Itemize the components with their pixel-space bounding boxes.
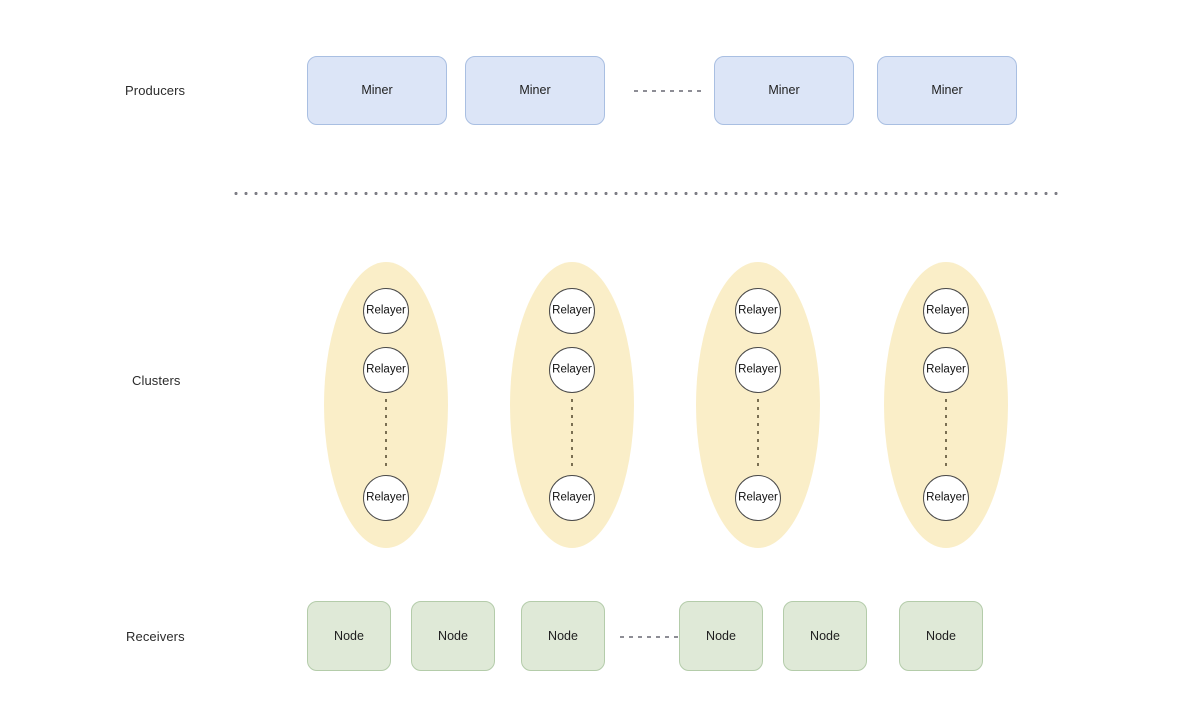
node-box-label: Node <box>548 628 578 643</box>
node-box-label: Node <box>706 628 736 643</box>
relayer-label: Relayer <box>366 363 406 376</box>
relayer-label: Relayer <box>926 304 966 317</box>
relayer-circle[interactable]: Relayer <box>363 288 409 334</box>
cluster-ellipse[interactable]: Relayer Relayer Relayer <box>696 262 820 548</box>
row-label-producers: Producers <box>125 83 186 98</box>
relayer-ellipsis-connector <box>757 399 759 469</box>
relayer-circle[interactable]: Relayer <box>923 475 969 521</box>
relayer-label: Relayer <box>738 491 778 504</box>
relayer-label: Relayer <box>926 491 966 504</box>
node-box[interactable]: Node <box>307 601 391 671</box>
relayer-circle[interactable]: Relayer <box>735 347 781 393</box>
miner-box[interactable]: Miner <box>714 56 854 125</box>
relayer-circle[interactable]: Relayer <box>735 288 781 334</box>
node-box-label: Node <box>810 628 840 643</box>
relayer-circle[interactable]: Relayer <box>735 475 781 521</box>
node-box[interactable]: Node <box>899 601 983 671</box>
architecture-diagram: Producers Miner Miner Miner Miner Cluste… <box>0 0 1179 720</box>
relayer-label: Relayer <box>366 491 406 504</box>
relayer-ellipsis-connector <box>571 399 573 469</box>
relayer-circle[interactable]: Relayer <box>549 347 595 393</box>
miner-box-label: Miner <box>768 83 800 98</box>
miner-box[interactable]: Miner <box>465 56 605 125</box>
relayer-circle[interactable]: Relayer <box>363 347 409 393</box>
relayer-circle[interactable]: Relayer <box>923 288 969 334</box>
node-box[interactable]: Node <box>679 601 763 671</box>
relayer-label: Relayer <box>552 304 592 317</box>
node-box[interactable]: Node <box>521 601 605 671</box>
relayer-label: Relayer <box>366 304 406 317</box>
node-box-label: Node <box>926 628 956 643</box>
miner-box-label: Miner <box>361 83 393 98</box>
relayer-circle[interactable]: Relayer <box>363 475 409 521</box>
relayer-circle[interactable]: Relayer <box>549 475 595 521</box>
miner-box[interactable]: Miner <box>307 56 447 125</box>
node-box[interactable]: Node <box>411 601 495 671</box>
relayer-ellipsis-connector <box>945 399 947 469</box>
relayer-label: Relayer <box>738 304 778 317</box>
cluster-ellipse[interactable]: Relayer Relayer Relayer <box>324 262 448 548</box>
relayer-circle[interactable]: Relayer <box>923 347 969 393</box>
node-box-label: Node <box>438 628 468 643</box>
relayer-label: Relayer <box>926 363 966 376</box>
node-ellipsis-connector <box>620 636 680 638</box>
miner-box-label: Miner <box>519 83 551 98</box>
cluster-ellipse[interactable]: Relayer Relayer Relayer <box>510 262 634 548</box>
relayer-circle[interactable]: Relayer <box>549 288 595 334</box>
miner-box-label: Miner <box>931 83 963 98</box>
cluster-ellipse[interactable]: Relayer Relayer Relayer <box>884 262 1008 548</box>
miner-box[interactable]: Miner <box>877 56 1017 125</box>
relayer-ellipsis-connector <box>385 399 387 469</box>
relayer-label: Relayer <box>552 363 592 376</box>
row-label-receivers: Receivers <box>126 629 185 644</box>
row-label-clusters: Clusters <box>132 373 181 388</box>
tier-separator-dotted-line <box>231 192 1061 195</box>
relayer-label: Relayer <box>738 363 778 376</box>
node-box-label: Node <box>334 628 364 643</box>
miner-ellipsis-connector <box>634 90 704 92</box>
node-box[interactable]: Node <box>783 601 867 671</box>
relayer-label: Relayer <box>552 491 592 504</box>
